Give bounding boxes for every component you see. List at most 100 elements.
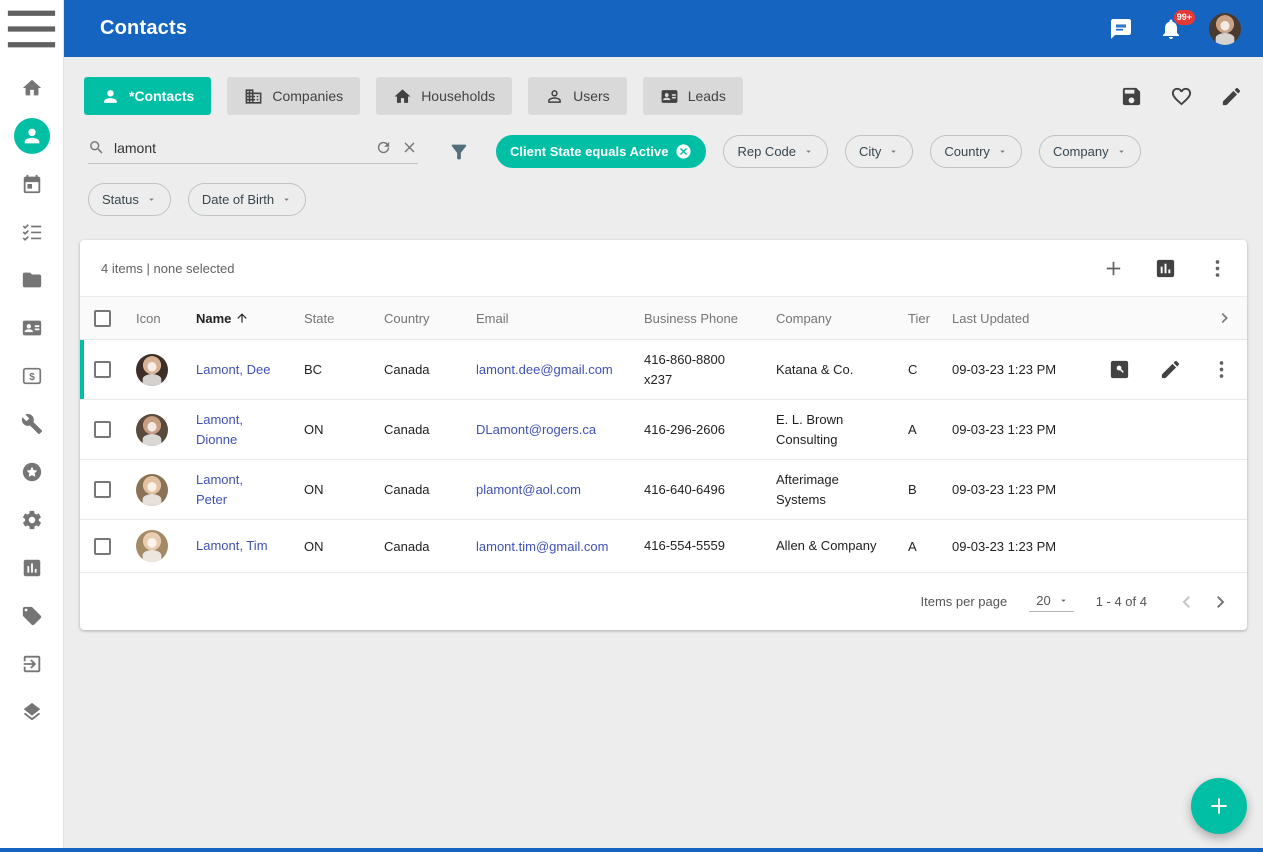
row-checkbox[interactable]	[94, 538, 111, 555]
header-cell-country[interactable]: Country	[384, 311, 476, 326]
contact-name-link[interactable]: Lamont, Peter	[196, 470, 276, 509]
sidebar-nav	[12, 57, 52, 731]
cell-state: ON	[304, 422, 384, 437]
kebab-menu-icon[interactable]	[1206, 257, 1229, 280]
contact-name-link[interactable]: Lamont, Dionne	[196, 410, 276, 449]
contact-avatar[interactable]	[136, 530, 168, 562]
sidebar-item-sales[interactable]	[12, 357, 52, 395]
row-checkbox[interactable]	[94, 421, 111, 438]
chip-date-of-birth[interactable]: Date of Birth	[188, 183, 306, 216]
header-cell-last-updated[interactable]: Last Updated	[952, 311, 1104, 326]
search-box	[88, 139, 418, 164]
cell-country: Canada	[384, 482, 476, 497]
email-link[interactable]: plamont@aol.com	[476, 482, 581, 497]
active-filter-chip[interactable]: Client State equals Active	[496, 135, 706, 168]
header-cell-tier[interactable]: Tier	[908, 311, 952, 326]
contact-avatar[interactable]	[136, 474, 168, 506]
table-row[interactable]: Lamont, Tim ON Canada lamont.tim@gmail.c…	[80, 520, 1247, 573]
pager	[1175, 590, 1233, 614]
header-cell-icon[interactable]: Icon	[136, 311, 196, 326]
cell-last-updated: 09-03-23 1:23 PM	[952, 422, 1104, 437]
tab-households[interactable]: Households	[376, 77, 512, 115]
cell-email: lamont.tim@gmail.com	[476, 539, 644, 554]
chevron-down-icon	[1058, 595, 1069, 606]
sidebar-item-documents[interactable]	[12, 261, 52, 299]
column-label: Last Updated	[952, 311, 1029, 326]
header-cell-state[interactable]: State	[304, 311, 384, 326]
contact-name-link[interactable]: Lamont, Tim	[196, 536, 268, 556]
tab-companies[interactable]: Companies	[227, 77, 360, 115]
sidebar-item-layers[interactable]	[12, 693, 52, 731]
header-cell-company[interactable]: Company	[776, 311, 908, 326]
column-label: Email	[476, 311, 509, 326]
chart-view-icon[interactable]	[1154, 257, 1177, 280]
sidebar-item-import[interactable]	[12, 645, 52, 683]
contact-avatar[interactable]	[136, 414, 168, 446]
sidebar-item-settings[interactable]	[12, 501, 52, 539]
add-column-icon[interactable]	[1102, 257, 1125, 280]
sidebar-item-calendar[interactable]	[12, 165, 52, 203]
chip-status[interactable]: Status	[88, 183, 171, 216]
row-checkbox[interactable]	[94, 361, 111, 378]
sidebar-item-favorites[interactable]	[12, 453, 52, 491]
contact-avatar[interactable]	[136, 354, 168, 386]
messages-button[interactable]	[1109, 17, 1133, 41]
previous-page-icon[interactable]	[1175, 590, 1199, 614]
edit-pencil-icon[interactable]	[1220, 85, 1243, 108]
kebab-menu-icon[interactable]	[1210, 358, 1233, 381]
email-link[interactable]: DLamont@rogers.ca	[476, 422, 596, 437]
page-size-select[interactable]: 20	[1029, 591, 1073, 612]
header-cell-name[interactable]: Name	[196, 311, 304, 326]
table-row[interactable]: Lamont, Dionne ON Canada DLamont@rogers.…	[80, 400, 1247, 460]
user-avatar[interactable]	[1209, 13, 1241, 45]
header-cell-business-phone[interactable]: Business Phone	[644, 311, 776, 326]
chip-country[interactable]: Country	[930, 135, 1022, 168]
add-contact-fab[interactable]	[1191, 778, 1247, 834]
table-row[interactable]: Lamont, Dee BC Canada lamont.dee@gmail.c…	[80, 340, 1247, 400]
bar-chart-icon	[21, 557, 43, 579]
hamburger-menu-button[interactable]	[0, 0, 63, 57]
contact-name-link[interactable]: Lamont, Dee	[196, 360, 270, 380]
sidebar-item-home[interactable]	[12, 69, 52, 107]
remove-filter-icon[interactable]	[675, 143, 692, 160]
table-row[interactable]: Lamont, Peter ON Canada plamont@aol.com …	[80, 460, 1247, 520]
chip-label: Company	[1053, 144, 1109, 159]
sidebar-item-directory[interactable]	[12, 309, 52, 347]
sort-ascending-icon	[235, 311, 249, 325]
sidebar-item-tags[interactable]	[12, 597, 52, 635]
email-link[interactable]: lamont.tim@gmail.com	[476, 539, 608, 554]
header-cell-email[interactable]: Email	[476, 311, 644, 326]
favorite-heart-icon[interactable]	[1170, 85, 1193, 108]
tab-contacts[interactable]: *Contacts	[84, 77, 211, 115]
sidebar-item-contacts[interactable]	[12, 117, 52, 155]
building-icon	[244, 87, 263, 106]
chevron-right-icon[interactable]	[1215, 308, 1235, 328]
chip-company[interactable]: Company	[1039, 135, 1141, 168]
refresh-icon[interactable]	[375, 139, 392, 156]
sidebar-item-tools[interactable]	[12, 405, 52, 443]
select-all-checkbox[interactable]	[94, 310, 111, 327]
row-checkbox[interactable]	[94, 481, 111, 498]
cell-name: Lamont, Dionne	[196, 410, 304, 449]
cell-company: Katana & Co.	[776, 360, 908, 380]
filter-funnel-button[interactable]	[448, 141, 470, 163]
next-page-icon[interactable]	[1209, 590, 1233, 614]
save-view-icon[interactable]	[1120, 85, 1143, 108]
tab-leads[interactable]: Leads	[643, 77, 743, 115]
tab-users[interactable]: Users	[528, 77, 627, 115]
chevron-down-icon	[997, 146, 1008, 157]
filter-row: Client State equals Active Rep Code City…	[64, 115, 1263, 168]
clear-search-icon[interactable]	[401, 139, 418, 156]
chip-rep-code[interactable]: Rep Code	[723, 135, 828, 168]
home-icon	[393, 87, 412, 106]
chip-city[interactable]: City	[845, 135, 913, 168]
notifications-button[interactable]: 99+	[1159, 17, 1183, 41]
search-input[interactable]	[114, 140, 366, 156]
email-link[interactable]: lamont.dee@gmail.com	[476, 362, 613, 377]
edit-pencil-icon[interactable]	[1159, 358, 1182, 381]
preview-icon[interactable]	[1108, 358, 1131, 381]
sidebar-item-reports[interactable]	[12, 549, 52, 587]
sidebar-item-tasks[interactable]	[12, 213, 52, 251]
cell-checkbox	[80, 421, 136, 438]
tab-label: Leads	[688, 88, 726, 104]
